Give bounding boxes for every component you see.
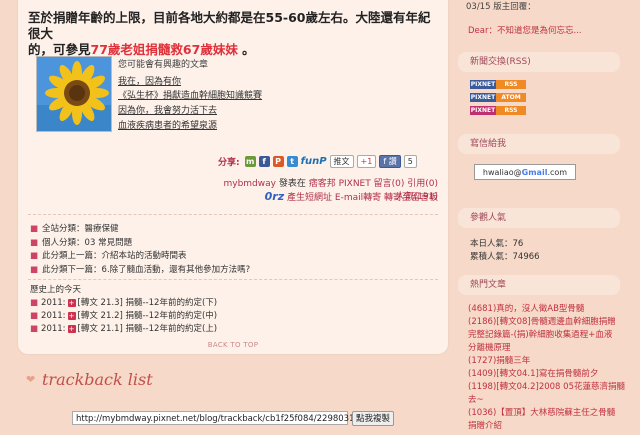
today-visitors: 本日人氣：76: [470, 239, 524, 249]
history-item: ■ 2011: + [轉文 21.1] 捐髓--12年前的約定(上): [30, 324, 218, 334]
comments-link[interactable]: 留言(0): [371, 179, 405, 189]
prev-post-link[interactable]: 介紹本站的活動時間表: [102, 251, 187, 261]
hot-post-item[interactable]: (1727)捐髓三年: [468, 355, 638, 368]
back-to-top-link[interactable]: BACK TO TOP: [18, 341, 448, 349]
hot-post-item[interactable]: (1409)[轉文04.1]寫在捐骨髓前夕: [468, 368, 638, 381]
category-personal-link[interactable]: 03 常見問題: [85, 238, 133, 248]
trackback-link[interactable]: 引用(0): [404, 179, 438, 189]
related-link-2[interactable]: 《弘生杯》捐獻造血幹細胞知識競賽: [118, 88, 262, 101]
related-link-4[interactable]: 血液疾病患者的希望泉源: [118, 118, 217, 131]
share-twitter-icon[interactable]: t: [286, 155, 298, 167]
pin-icon: +: [67, 298, 76, 307]
author-link[interactable]: mybmdway: [223, 179, 276, 189]
bullet-icon: ■: [30, 298, 39, 308]
pin-icon: +: [67, 324, 76, 333]
hot-post-item[interactable]: 捐贈介紹: [468, 420, 638, 433]
rss-section-header: 新聞交換(RSS): [458, 52, 620, 72]
facebook-like-button[interactable]: f 讚: [379, 154, 401, 168]
sidebar-reply-date: 03/15 版主回覆：: [466, 2, 536, 12]
hot-post-item[interactable]: 分離機原理: [468, 342, 638, 355]
funp-push-button[interactable]: 推文: [329, 154, 354, 168]
bullet-icon: ■: [30, 265, 39, 275]
short-url-link[interactable]: 產生短網址: [287, 193, 332, 203]
category-next: ■ 此分類下一篇：6.除了髓血活動，還有其他參加方法嗎?: [30, 265, 251, 275]
divider: [28, 279, 438, 280]
pixnet-atom-button[interactable]: PIXNET ATOM: [470, 93, 526, 102]
share-m-icon[interactable]: m: [244, 155, 256, 167]
orz-logo[interactable]: 0rz: [265, 190, 284, 203]
heart-icon: ❤: [26, 373, 36, 386]
facebook-like-count: 5: [403, 154, 417, 168]
bullet-icon: ■: [30, 311, 39, 321]
category-prev: ■ 此分類上一篇：介紹本站的活動時間表: [30, 251, 187, 261]
history-link-1[interactable]: [轉文 21.3] 捐髓--12年前的約定(下): [78, 298, 218, 308]
sunflower-thumbnail[interactable]: [36, 56, 112, 132]
share-bar: 分享: m f P t funP 推文 +1 f 讚 5: [218, 154, 417, 168]
divider: [28, 214, 438, 215]
total-visitors: 累積人氣：74966: [470, 252, 540, 262]
trackback-title: trackback list: [42, 370, 153, 389]
intro-line-1: 至於捐贈年齡的上限，目前各地大約都是在55-60歲左右。大陸還有年紀很大: [28, 10, 431, 41]
mail-section-header: 寫信給我: [458, 134, 620, 154]
gmail-address-image[interactable]: hwaliao@Gmail.com: [474, 164, 576, 180]
history-link-3[interactable]: [轉文 21.1] 捐髓--12年前的約定(上): [78, 324, 218, 334]
sidebar-reply-link[interactable]: Dear：不知道您是為何忘忘...: [468, 24, 582, 36]
history-item: ■ 2011: + [轉文 21.2] 捐髓--12年前的約定(中): [30, 311, 218, 321]
hot-post-item[interactable]: (2186)[轉文08]骨髓週邊血幹細胞捐贈: [468, 316, 638, 329]
share-plurk-icon[interactable]: P: [272, 155, 284, 167]
share-label: 分享:: [218, 157, 240, 168]
google-plus-one-button[interactable]: +1: [356, 154, 377, 168]
hot-post-item[interactable]: (4681)真的，沒人徵AB型骨髓: [468, 303, 638, 316]
hot-post-item[interactable]: 去~: [468, 394, 638, 407]
bullet-icon: ■: [30, 224, 39, 234]
bullet-icon: ■: [30, 251, 39, 261]
copy-trackback-button[interactable]: 點我複製: [352, 411, 394, 426]
share-facebook-icon[interactable]: f: [258, 155, 270, 167]
history-item: ■ 2011: + [轉文 21.3] 捐髓--12年前的約定(下): [30, 298, 218, 308]
category-site: ■ 全站分類：醫療保健: [30, 224, 119, 234]
pixnet-rss-button-2[interactable]: PIXNET RSS: [470, 106, 526, 115]
pin-icon: +: [67, 311, 76, 320]
pixnet-link[interactable]: 痞客邦 PIXNET: [309, 179, 371, 189]
related-articles: 您可能會有興趣的文章 我在，因為有你 《弘生杯》捐獻造血幹細胞知識競賽 因為你，…: [28, 50, 438, 146]
hot-post-item[interactable]: 完整記錄篇-(捐)幹細胞收集過程+血液: [468, 329, 638, 342]
category-site-link[interactable]: 醫療保健: [85, 224, 119, 234]
bullet-icon: ■: [30, 324, 39, 334]
trackback-url-input[interactable]: http://mybmdway.pixnet.net/blog/trackbac…: [72, 411, 360, 425]
category-personal: ■ 個人分類：03 常見問題: [30, 238, 133, 248]
hot-post-item[interactable]: (1198)[轉文04.2]2008 05花蓮慈濟捐髓: [468, 381, 638, 394]
history-link-2[interactable]: [轉文 21.2] 捐髓--12年前的約定(中): [78, 311, 218, 321]
post-actions: 0rz 產生短網址 E-mail轉寄 轉寄至留言板: [218, 190, 438, 203]
hot-posts-header: 熱門文章: [458, 275, 620, 295]
history-title: 歷史上的今天: [30, 285, 82, 295]
bullet-icon: ■: [30, 238, 39, 248]
related-title: 您可能會有興趣的文章: [118, 60, 209, 70]
hot-post-item[interactable]: (1036)【置頂】大林慈院蘇主任之骨髓: [468, 407, 638, 420]
related-link-1[interactable]: 我在，因為有你: [118, 74, 181, 87]
reprint-link[interactable]: 轉寄至留言板: [384, 193, 438, 203]
visitors-section-header: 參觀人氣: [458, 208, 620, 228]
next-post-link[interactable]: 6.除了髓血活動，還有其他參加方法嗎?: [102, 265, 251, 275]
pixnet-rss-button[interactable]: PIXNET RSS: [470, 80, 526, 89]
email-forward-link[interactable]: E-mail轉寄: [335, 193, 381, 203]
related-link-3[interactable]: 因為你，我會努力活下去: [118, 103, 217, 116]
funp-logo[interactable]: funP: [301, 156, 327, 167]
